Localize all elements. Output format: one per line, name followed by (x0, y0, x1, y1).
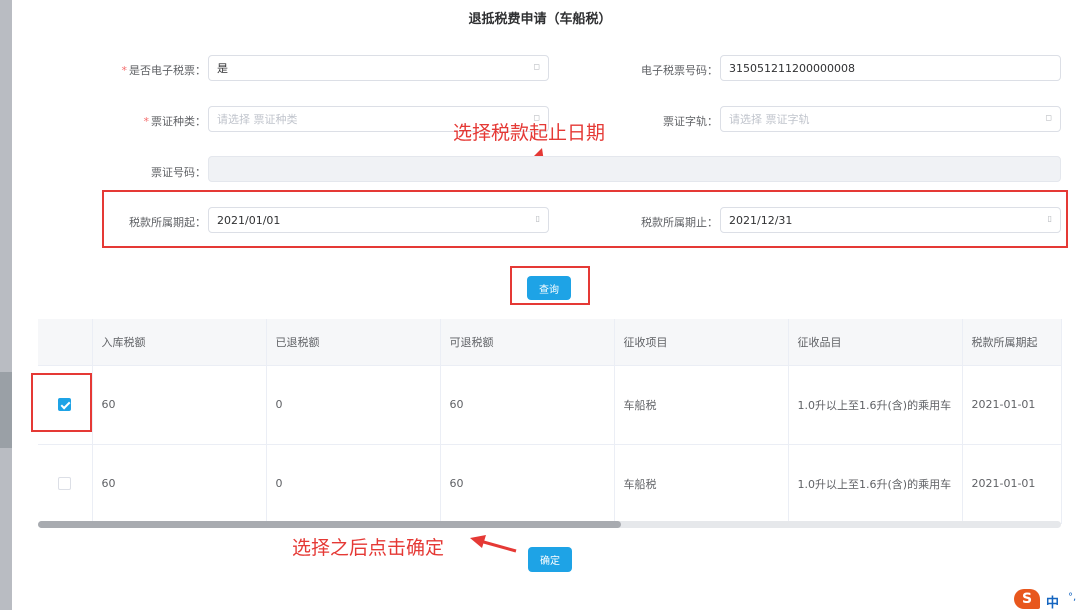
is-electronic-label: * 是否电子税票： (121, 64, 207, 77)
sidebar-highlight (0, 372, 12, 448)
ime-indicator[interactable]: S 中 °, (1010, 588, 1080, 611)
period-end-label: 税款所属期止： (641, 216, 718, 229)
table-cell: 60 (440, 444, 615, 524)
calendar-icon: ▯ (535, 214, 540, 223)
header-col: 入库税额 (92, 319, 267, 366)
page-title: 退抵税费申请（车船税） (468, 12, 612, 27)
results-table: 入库税额 已退税额 可退税额 征收项目 征收品目 税款所属期起 60 0 60 … (38, 319, 1062, 524)
ticket-number-input[interactable]: 315051211200000008 (720, 55, 1061, 81)
confirm-button[interactable]: 确定 (528, 547, 572, 572)
table-cell: 60 (92, 444, 267, 524)
highlight-box-checkbox (31, 373, 92, 432)
annotation-select-dates: 选择税款起止日期 (453, 122, 606, 144)
ticket-number-label: 电子税票号码： (641, 64, 718, 77)
is-electronic-select[interactable]: 是 ◻ (208, 55, 549, 81)
ime-mode-label: 中 (1046, 596, 1060, 611)
period-end-date-input[interactable]: 2021/12/31 ▯ (720, 207, 1061, 233)
table-cell: 2021-01-01 (962, 365, 1062, 445)
required-mark: * (121, 64, 128, 77)
ime-punct-icon: °, (1068, 592, 1077, 603)
ticket-code-label: 票证号码： (151, 166, 206, 179)
select-arrow-icon: ◻ (1045, 113, 1052, 122)
ticket-track-select[interactable]: 请选择 票证字轨 ◻ (720, 106, 1061, 132)
header-col: 可退税额 (440, 319, 615, 366)
select-arrow-icon: ◻ (533, 62, 540, 71)
table-row[interactable]: 60 0 60 车船税 1.0升以上至1.6升(含)的乘用车 2021-01-0… (38, 444, 1062, 524)
calendar-icon: ▯ (1047, 214, 1052, 223)
ticket-type-label: * 票证种类： (143, 115, 207, 128)
period-start-label: 税款所属期起： (129, 216, 206, 229)
left-sidebar-strip (0, 0, 12, 610)
table-cell: 60 (440, 365, 615, 445)
table-header-row: 入库税额 已退税额 可退税额 征收项目 征收品目 税款所属期起 (38, 319, 1062, 366)
annotation-select-then-confirm: 选择之后点击确定 (292, 537, 445, 559)
ticket-track-label: 票证字轨： (663, 115, 718, 128)
table-cell: 2021-01-01 (962, 444, 1062, 524)
row-checkbox[interactable] (58, 477, 72, 491)
horizontal-scrollbar-thumb[interactable] (38, 521, 621, 528)
header-col: 征收品目 (788, 319, 963, 366)
table-cell: 1.0升以上至1.6升(含)的乘用车 (788, 365, 963, 445)
table-cell: 1.0升以上至1.6升(含)的乘用车 (788, 444, 963, 524)
required-mark: * (143, 115, 150, 128)
table-cell: 0 (266, 444, 441, 524)
header-col: 征收项目 (614, 319, 789, 366)
ticket-code-input (208, 156, 1061, 182)
table-row[interactable]: 60 0 60 车船税 1.0升以上至1.6升(含)的乘用车 2021-01-0… (38, 365, 1062, 445)
table-cell: 0 (266, 365, 441, 445)
table-cell: 60 (92, 365, 267, 445)
period-start-date-input[interactable]: 2021/01/01 ▯ (208, 207, 549, 233)
header-col: 税款所属期起 (962, 319, 1062, 366)
row-select-cell (38, 444, 93, 524)
sogou-logo-icon: S (1014, 589, 1040, 609)
header-select (38, 319, 93, 366)
table-cell: 车船税 (614, 444, 789, 524)
header-col: 已退税额 (266, 319, 441, 366)
table-cell: 车船税 (614, 365, 789, 445)
arrow-left-icon (470, 535, 517, 553)
query-button[interactable]: 查询 (527, 276, 571, 300)
